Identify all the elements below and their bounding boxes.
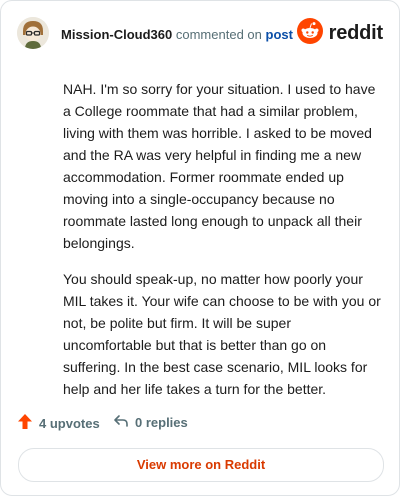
reply-arrow-icon <box>113 413 129 432</box>
author-line: Mission-Cloud360 commented on post <box>61 27 293 42</box>
comment-paragraph: You should speak-up, no matter how poorl… <box>63 271 381 397</box>
comment-embed-card: Mission-Cloud360 commented on post reddi… <box>0 0 400 496</box>
upvote-stat[interactable]: 4 upvotes <box>17 413 100 433</box>
upvotes-count: 4 upvotes <box>39 415 100 431</box>
comment-paragraph: NAH. I'm so sorry for your situation. I … <box>63 81 376 251</box>
replies-count: 0 replies <box>135 415 188 430</box>
comment-body: NAH. I'm so sorry for your situation. I … <box>63 78 381 414</box>
comment-header: Mission-Cloud360 commented on post reddi… <box>17 17 383 51</box>
action-text: commented on <box>175 27 262 42</box>
reddit-logo[interactable]: reddit <box>296 17 384 49</box>
brand-wordmark: reddit <box>328 21 384 44</box>
view-more-button[interactable]: View more on Reddit <box>18 448 384 482</box>
upvote-arrow-icon <box>17 413 33 433</box>
avatar[interactable] <box>17 17 49 49</box>
replies-stat[interactable]: 0 replies <box>113 413 188 432</box>
author-name[interactable]: Mission-Cloud360 <box>61 27 172 42</box>
reddit-snoo-icon <box>296 17 323 49</box>
post-link[interactable]: post <box>266 27 293 42</box>
